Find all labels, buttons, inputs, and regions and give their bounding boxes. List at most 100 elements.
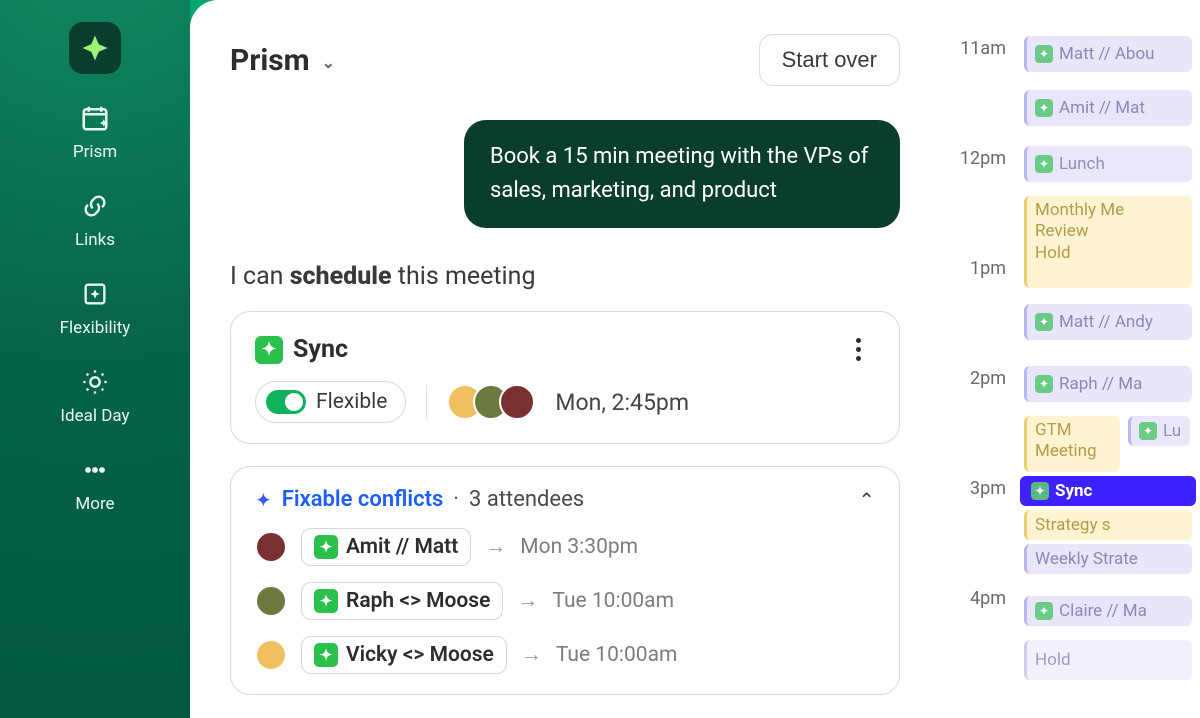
event-title: Lu xyxy=(1163,421,1181,441)
nav-label: Ideal Day xyxy=(60,406,129,426)
conflict-event-name: Vicky <> Moose xyxy=(346,643,494,667)
hour-label: 12pm xyxy=(930,146,1022,169)
nav-prism[interactable]: Prism xyxy=(73,102,117,162)
divider xyxy=(426,385,427,419)
avatar xyxy=(255,585,287,617)
conflict-event-pill: ✦Raph <> Moose xyxy=(301,582,503,620)
sparkle-badge-icon: ✦ xyxy=(314,535,338,559)
flexible-toggle[interactable]: Flexible xyxy=(255,381,406,423)
kebab-menu[interactable] xyxy=(841,332,875,367)
app-logo xyxy=(69,22,121,74)
nav-flexibility[interactable]: Flexibility xyxy=(60,278,131,338)
conflict-new-time: Tue 10:00am xyxy=(556,643,678,667)
event-title: Matt // Abou xyxy=(1059,44,1155,64)
conflict-row[interactable]: ✦Vicky <> Moose → Tue 10:00am xyxy=(255,636,875,674)
event-title: Weekly Strate xyxy=(1035,549,1138,569)
conflict-event-pill: ✦ Amit // Matt xyxy=(301,528,471,566)
attendee-avatars[interactable] xyxy=(447,384,535,420)
more-dots-icon xyxy=(79,454,111,486)
sidebar: Prism Links Flexibility Ideal Day More xyxy=(0,0,190,718)
user-message-bubble: Book a 15 min meeting with the VPs of sa… xyxy=(464,120,900,228)
sun-icon xyxy=(79,366,111,398)
calendar-event[interactable]: ✦ Lunch xyxy=(1024,146,1192,182)
sparkle-badge-icon: ✦ xyxy=(255,336,283,364)
hour-label: 1pm xyxy=(930,256,1022,279)
conflict-row[interactable]: ✦Raph <> Moose → Tue 10:00am xyxy=(255,582,875,620)
link-icon xyxy=(79,190,111,222)
event-title: Hold xyxy=(1035,243,1184,264)
conflict-new-time: Mon 3:30pm xyxy=(520,535,638,559)
nav-ideal-day[interactable]: Ideal Day xyxy=(60,366,129,426)
nav-links[interactable]: Links xyxy=(75,190,115,250)
proposal-title: Sync xyxy=(293,335,348,364)
event-title: Review xyxy=(1035,221,1184,242)
hour-label: 3pm xyxy=(930,476,1022,499)
sparkle-square-icon xyxy=(79,278,111,310)
calendar-event[interactable]: ✦ Sync xyxy=(1020,476,1196,506)
nav-label: Links xyxy=(75,230,115,250)
avatar xyxy=(499,384,535,420)
calendar-sparkle-icon xyxy=(79,102,111,134)
separator: · xyxy=(453,487,459,512)
hour-label: 2pm xyxy=(930,366,1022,389)
arrow-right-icon: → xyxy=(517,589,538,613)
calendar-event[interactable]: ✦Matt // Andy xyxy=(1024,304,1192,340)
proposal-card: ✦ Sync Flexible Mon, 2:45pm xyxy=(230,311,900,444)
conflicts-card: ✦ Fixable conflicts · 3 attendees ⌃ ✦ Ami… xyxy=(230,466,900,695)
calendar-event[interactable]: ✦Raph // Ma xyxy=(1024,366,1192,402)
proposed-time: Mon, 2:45pm xyxy=(555,389,689,416)
sparkle-badge-icon: ✦ xyxy=(1031,482,1049,500)
sparkle-badge-icon: ✦ xyxy=(1139,422,1157,440)
event-title: Claire // Ma xyxy=(1059,601,1147,621)
avatar xyxy=(255,639,287,671)
event-title: Lunch xyxy=(1059,154,1105,174)
event-title: Strategy s xyxy=(1035,515,1111,535)
fixable-conflicts-link[interactable]: Fixable conflicts xyxy=(282,487,444,512)
event-title: Meeting xyxy=(1035,441,1112,462)
calendar-event[interactable]: Strategy s xyxy=(1024,510,1192,540)
sparkle-badge-icon: ✦ xyxy=(1035,45,1053,63)
nav-label: Flexibility xyxy=(60,318,131,338)
arrow-right-icon: → xyxy=(521,643,542,667)
calendar-event[interactable]: ✦ Matt // Abou xyxy=(1024,36,1192,72)
calendar-event[interactable]: Weekly Strate xyxy=(1024,544,1192,574)
conflict-event-pill: ✦Vicky <> Moose xyxy=(301,636,507,674)
conflict-new-time: Tue 10:00am xyxy=(552,589,674,613)
sparkle-badge-icon: ✦ xyxy=(1035,602,1053,620)
avatar xyxy=(255,531,287,563)
event-title: Amit // Mat xyxy=(1059,98,1145,118)
hour-label: 11am xyxy=(930,36,1022,59)
nav-more[interactable]: More xyxy=(75,454,114,514)
collapse-caret[interactable]: ⌃ xyxy=(858,488,875,512)
toggle-on-icon xyxy=(266,390,306,414)
event-title: Matt // Andy xyxy=(1059,312,1153,332)
arrow-right-icon: → xyxy=(485,535,506,559)
flexible-label: Flexible xyxy=(316,390,387,414)
page-title: Prism xyxy=(230,43,310,78)
conflict-row[interactable]: ✦ Amit // Matt → Mon 3:30pm xyxy=(255,528,875,566)
main-panel: Prism ⌄ Start over Book a 15 min meeting… xyxy=(190,0,930,718)
sparkle-badge-icon: ✦ xyxy=(1035,155,1053,173)
calendar-event[interactable]: ✦ Claire // Ma xyxy=(1024,596,1192,626)
calendar-events: ✦ Matt // Abou ✦ Amit // Mat ✦ Lunch Monthly M… xyxy=(1024,36,1200,718)
sparkle-badge-icon: ✦ xyxy=(314,589,338,613)
chevron-down-icon: ⌄ xyxy=(322,53,335,72)
nav-label: More xyxy=(75,494,114,514)
calendar-event[interactable]: ✦ Amit // Mat xyxy=(1024,90,1192,126)
sparkle-badge-icon: ✦ xyxy=(1035,99,1053,117)
calendar-event[interactable]: ✦ Lu xyxy=(1128,416,1190,446)
assistant-response-line: I can schedule this meeting xyxy=(230,262,900,291)
sparkle-icon: ✦ xyxy=(255,488,272,512)
event-title: Sync xyxy=(1055,481,1092,501)
attendee-count: 3 attendees xyxy=(469,487,584,512)
event-title: Monthly Me xyxy=(1035,200,1184,221)
calendar-event[interactable]: Monthly MeReviewHold xyxy=(1024,196,1192,288)
conflict-event-name: Amit // Matt xyxy=(346,535,458,559)
calendar-preview: 11am12pm1pm2pm3pm4pm ✦Matt // Abou✦Amit … xyxy=(930,0,1200,718)
calendar-event[interactable]: Hold xyxy=(1024,640,1192,680)
nav-label: Prism xyxy=(73,142,117,162)
calendar-event[interactable]: GTMMeeting xyxy=(1024,416,1120,472)
workspace-switcher[interactable]: Prism ⌄ xyxy=(230,43,335,78)
start-over-button[interactable]: Start over xyxy=(759,34,900,86)
event-title: GTM xyxy=(1035,420,1112,441)
